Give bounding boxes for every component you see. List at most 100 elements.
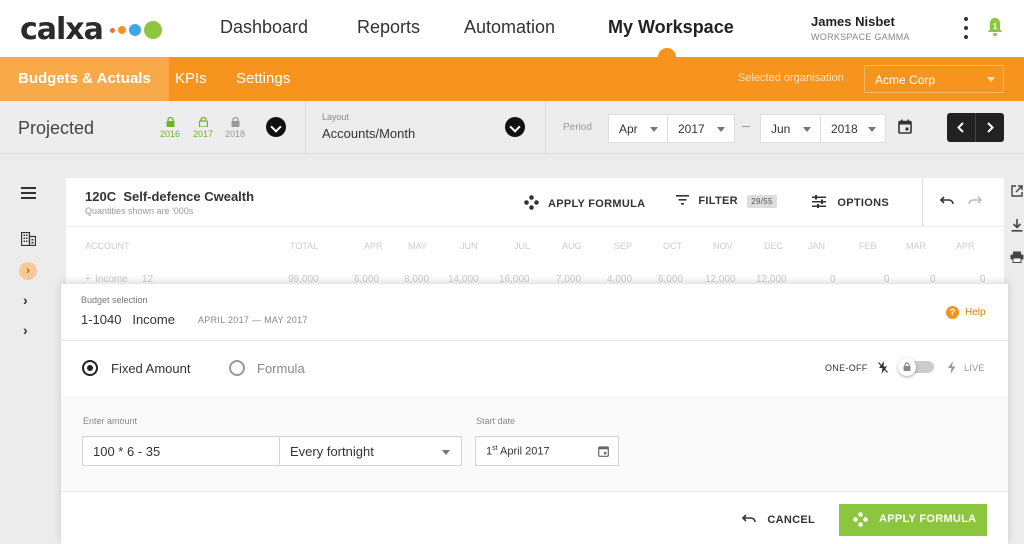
card-subtitle: Quantities shown are '000s [85,206,194,216]
period-pager [947,113,1004,142]
formula-icon [524,195,539,210]
start-date-input[interactable]: 1st April 2017 [475,436,619,466]
live-label: LIVE [964,363,985,373]
options-button[interactable]: OPTIONS [812,195,889,209]
layout-label: Layout [322,112,350,122]
filter-button[interactable]: FILTER 29/55 [676,195,777,208]
chevron-down-icon [868,127,876,132]
toggle-knob [898,358,916,376]
column-header: FEB [859,241,877,251]
amount-input[interactable]: 100 * 6 - 35 [82,436,281,466]
amount-form: Enter amount 100 * 6 - 35 Every fortnigh… [61,396,1008,492]
period-from-year[interactable]: 2017 [667,114,735,143]
more-menu-icon[interactable] [961,17,971,39]
top-navigation: calxa Dashboard Reports Automation My Wo… [0,0,1024,57]
workspace-name: WORKSPACE GAMMA [811,32,910,42]
download-icon[interactable] [1011,219,1023,232]
fixed-amount-radio[interactable] [82,360,98,376]
org-value: Acme Corp [875,73,936,87]
frequency-select[interactable]: Every fortnight [279,436,462,466]
chevron-right-icon[interactable]: › [23,322,28,338]
budget-toolbar: Projected 2016 2017 2018 Layout Accounts… [0,101,1024,154]
nav-automation[interactable]: Automation [464,17,555,38]
calxa-logo[interactable]: calxa [20,12,104,47]
help-link[interactable]: ? Help [946,306,986,319]
fixed-amount-label[interactable]: Fixed Amount [111,361,191,376]
card-title: 120C Self-defence Cwealth [85,189,254,204]
chevron-down-icon [803,127,811,132]
nav-reports[interactable]: Reports [357,17,420,38]
column-header: JUL [514,241,531,251]
apply-formula-label: APPLY FORMULA [547,198,646,210]
view-title: Projected [18,118,95,138]
year-2016-lock[interactable]: 2016 [156,117,184,139]
amount-value: 100 * 6 - 35 [93,444,161,459]
budget-account: 1-1040 Income [81,312,175,327]
expand-row-chevron-icon[interactable]: › [19,262,37,280]
account-group-code: 120C [85,189,117,204]
next-period-button[interactable] [975,113,1004,142]
period-label: Period [563,122,592,133]
org-label: Selected organisation [738,72,844,84]
from-year-value: 2017 [678,122,705,136]
hamburger-menu-icon[interactable] [21,187,36,202]
tab-budgets-actuals[interactable]: Budgets & Actuals [0,57,169,101]
layout-value: Accounts/Month [322,126,416,141]
undo-icon[interactable] [940,196,954,206]
divider [66,226,1004,227]
print-icon[interactable] [1010,251,1024,263]
frequency-value: Every fortnight [290,444,374,459]
tab-settings[interactable]: Settings [218,57,308,101]
calendar-icon[interactable] [598,445,609,457]
table-header: ACCOUNT TOTAL APR MAY JUN JUL AUG SEP OC… [66,238,1004,258]
previous-period-button[interactable] [947,113,975,142]
notification-count: 1 [993,22,998,31]
column-header: MAR [906,241,926,251]
chevron-down-icon [442,450,450,455]
column-header: APR [956,241,975,251]
column-header: APR [364,241,383,251]
layout-dropdown-button[interactable] [505,117,525,137]
year-2017-lock[interactable]: 2017 [189,117,217,139]
logo-dots [110,21,162,39]
popout-icon[interactable] [1011,185,1023,197]
building-icon[interactable] [21,232,36,246]
formula-radio[interactable] [229,360,245,376]
period-to-year[interactable]: 2018 [820,114,886,143]
year-2018-lock[interactable]: 2018 [221,117,249,139]
column-header: MAY [408,241,427,251]
nav-my-workspace[interactable]: My Workspace [608,17,734,38]
chevron-left-icon [957,122,964,133]
year-label: 2017 [192,129,214,139]
cancel-button[interactable]: CANCEL [741,514,815,526]
period-to-month[interactable]: Jun [760,114,821,143]
chevron-down-icon [717,127,725,132]
apply-formula-button[interactable]: APPLY FORMULA [524,195,645,210]
column-header: AUG [562,241,582,251]
budget-selection-dialog: Budget selection 1-1040 Income APRIL 201… [61,284,1008,544]
divider [922,178,923,226]
filter-count-badge: 29/55 [747,195,777,208]
chevron-right-icon [987,122,994,133]
organisation-select[interactable]: Acme Corp [864,65,1004,93]
column-header: JUN [460,241,478,251]
chevron-right-icon[interactable]: › [23,292,28,308]
formula-label[interactable]: Formula [257,361,305,376]
live-toggle[interactable] [898,358,934,376]
nav-dashboard[interactable]: Dashboard [220,17,308,38]
lock-closed-icon [166,117,174,127]
apply-formula-submit-button[interactable]: APPLY FORMULA [839,504,987,536]
user-name[interactable]: James Nisbet [811,14,895,29]
filter-icon [676,195,689,205]
logo-dot [118,26,126,34]
column-header: ACCOUNT [85,241,130,251]
years-dropdown-button[interactable] [266,117,286,137]
bell-icon[interactable]: 1 [986,16,1004,43]
lock-closed-icon [231,117,239,127]
account-code: 1-1040 [81,312,122,327]
tab-kpis[interactable]: KPIs [157,57,225,101]
period-from-month[interactable]: Apr [608,114,668,143]
redo-icon[interactable] [968,196,982,206]
apply-formula-submit-label: APPLY FORMULA [879,513,977,525]
calendar-icon[interactable] [898,119,912,134]
